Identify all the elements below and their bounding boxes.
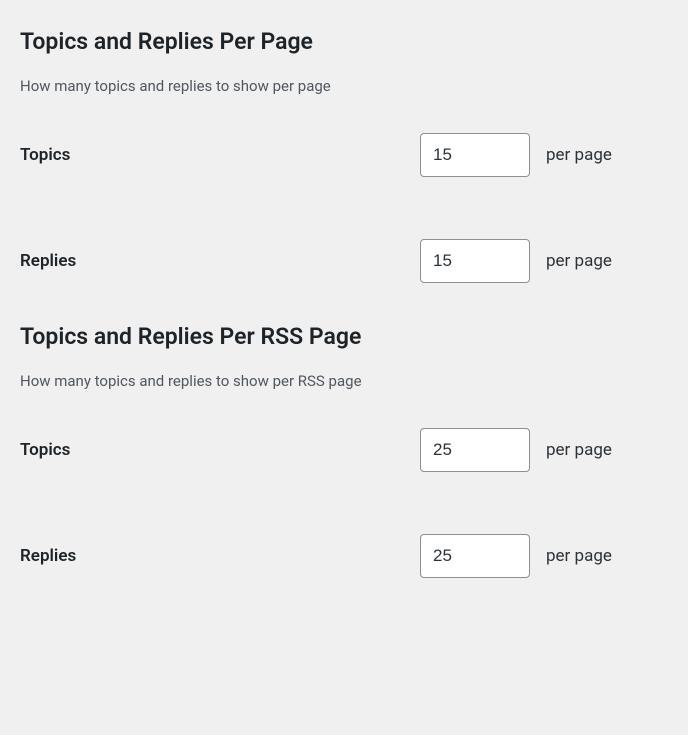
section-description-per-page: How many topics and replies to show per …: [20, 77, 668, 95]
replies-per-rss-page-input[interactable]: [420, 534, 530, 578]
section-title-per-page: Topics and Replies Per Page: [20, 28, 668, 55]
field-row-replies-per-rss-page: Replies per page: [20, 534, 668, 578]
topics-per-page-input[interactable]: [420, 133, 530, 177]
section-per-rss-page: Topics and Replies Per RSS Page How many…: [20, 323, 668, 578]
topics-per-rss-page-input[interactable]: [420, 428, 530, 472]
field-label-replies-per-page: Replies: [20, 251, 420, 271]
field-label-topics-per-page: Topics: [20, 145, 420, 165]
field-suffix-topics-per-rss-page: per page: [546, 440, 612, 460]
field-row-replies-per-page: Replies per page: [20, 239, 668, 283]
field-row-topics-per-page: Topics per page: [20, 133, 668, 177]
field-label-topics-per-rss-page: Topics: [20, 440, 420, 460]
field-suffix-topics-per-page: per page: [546, 145, 612, 165]
section-title-per-rss-page: Topics and Replies Per RSS Page: [20, 323, 668, 350]
section-per-page: Topics and Replies Per Page How many top…: [20, 28, 668, 283]
field-row-topics-per-rss-page: Topics per page: [20, 428, 668, 472]
field-suffix-replies-per-page: per page: [546, 251, 612, 271]
section-description-per-rss-page: How many topics and replies to show per …: [20, 372, 668, 390]
field-suffix-replies-per-rss-page: per page: [546, 546, 612, 566]
replies-per-page-input[interactable]: [420, 239, 530, 283]
field-label-replies-per-rss-page: Replies: [20, 546, 420, 566]
